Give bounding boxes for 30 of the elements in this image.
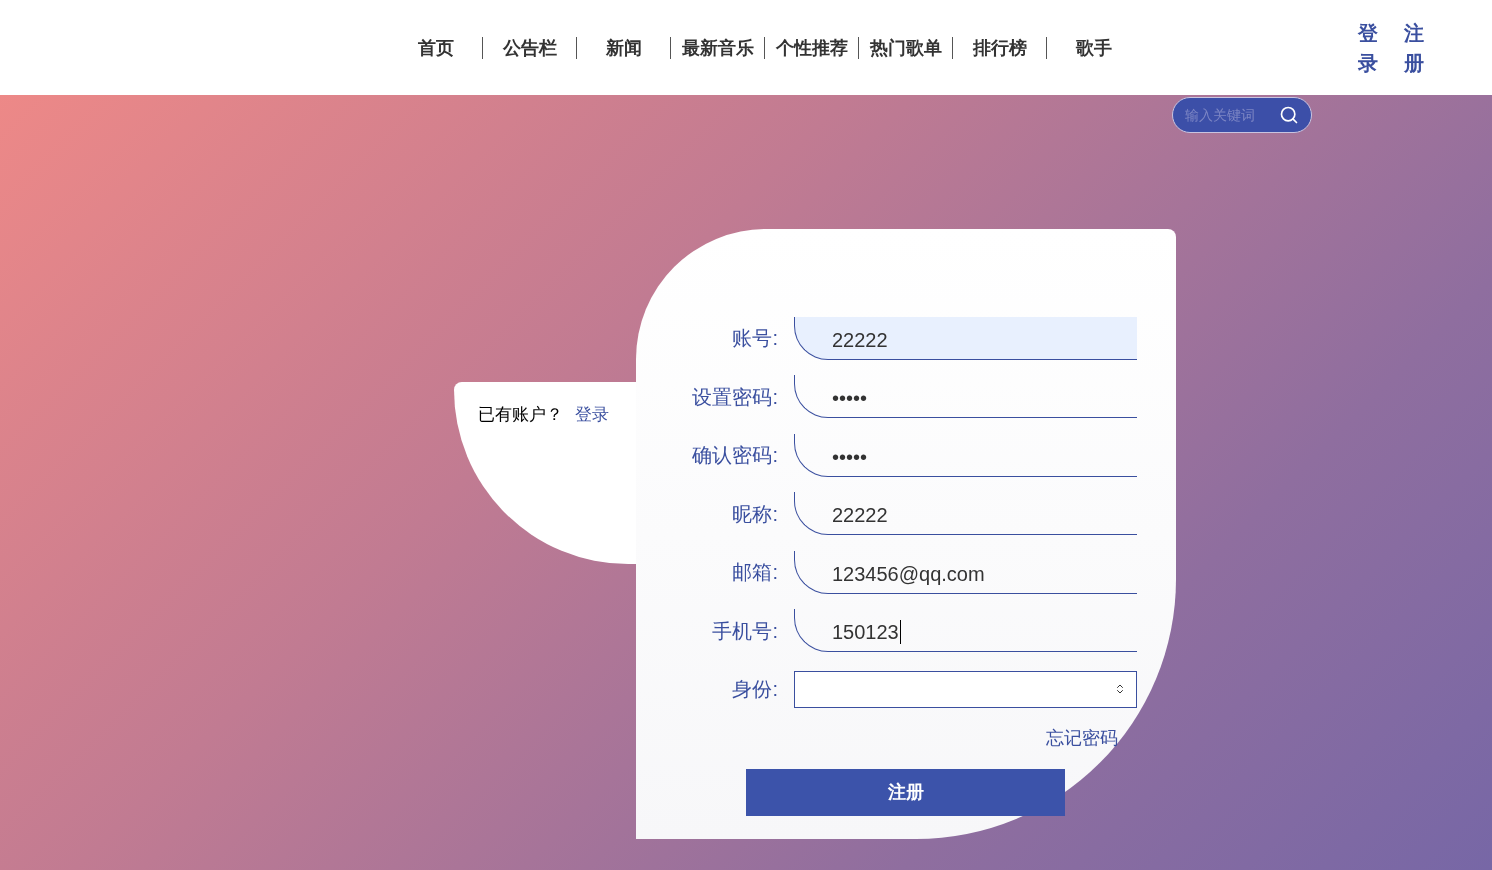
field-label: 手机号: xyxy=(711,618,778,644)
field-label: 账号: xyxy=(731,326,778,352)
field-label: 设置密码: xyxy=(691,384,778,410)
input-field[interactable]: 123456@qq.com xyxy=(794,550,1137,594)
nav-link[interactable]: 排行榜 xyxy=(953,36,1047,59)
forgot-password-link[interactable]: 忘记密码 xyxy=(1046,724,1118,752)
login-link[interactable]: 登录 xyxy=(575,402,609,428)
role-select[interactable] xyxy=(794,670,1137,708)
auth-link[interactable]: 注册 xyxy=(1404,17,1424,78)
account-prompt: 已有账户？ xyxy=(478,404,563,426)
input-field[interactable]: 22222 xyxy=(794,492,1137,536)
nav-link[interactable]: 歌手 xyxy=(1047,36,1141,59)
input-field[interactable]: ••••• xyxy=(794,433,1137,477)
input-field[interactable]: ••••• xyxy=(794,375,1137,419)
nav-link[interactable]: 新闻 xyxy=(577,36,671,59)
field-label: 确认密码: xyxy=(691,443,778,469)
nav-link[interactable]: 首页 xyxy=(389,36,483,59)
nav-link[interactable]: 公告栏 xyxy=(483,36,577,59)
nav-link[interactable]: 个性推荐 xyxy=(765,36,859,59)
field-label: 邮箱: xyxy=(731,560,778,586)
search-icon[interactable] xyxy=(1279,105,1299,125)
register-button[interactable]: 注册 xyxy=(746,768,1065,816)
field-label: 身份: xyxy=(731,677,778,703)
nav-link[interactable]: 热门歌单 xyxy=(859,36,953,59)
dropdown-arrows-icon xyxy=(1114,683,1126,696)
auth-link[interactable]: 登录 xyxy=(1358,17,1378,78)
field-label: 昵称: xyxy=(731,501,778,527)
input-field[interactable]: 22222 xyxy=(794,316,1137,360)
nav-link[interactable]: 最新音乐 xyxy=(671,36,765,59)
input-field[interactable]: 150123 xyxy=(794,609,1137,653)
